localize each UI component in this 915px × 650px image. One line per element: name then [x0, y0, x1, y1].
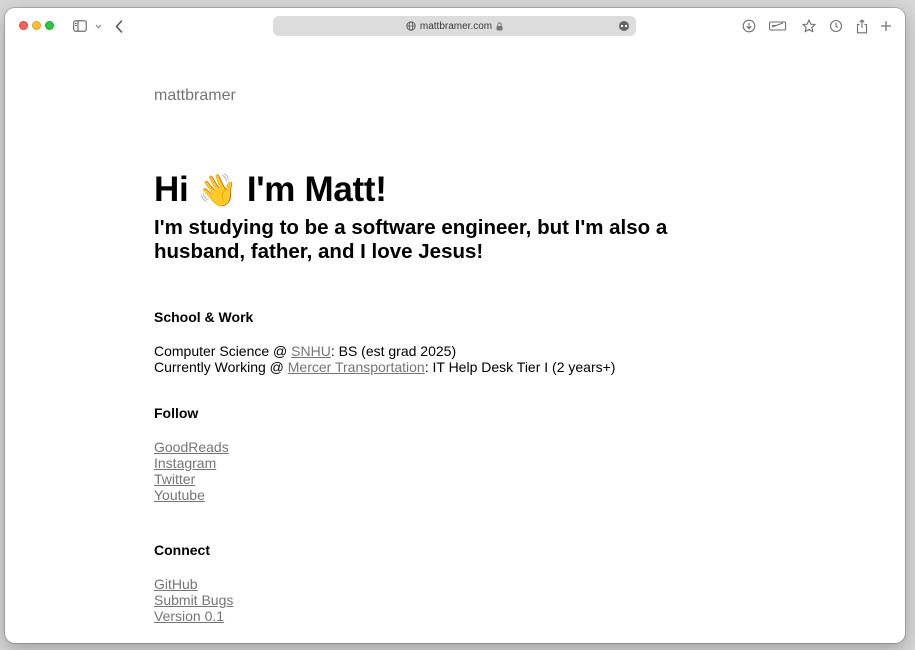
minimize-window-button[interactable] — [32, 21, 41, 30]
education-suffix: : BS (est grad 2025) — [330, 343, 457, 359]
page-menu-icon[interactable] — [619, 21, 629, 31]
education-line: Computer Science @ SNHU: BS (est grad 20… — [154, 343, 615, 359]
history-icon[interactable] — [828, 18, 844, 34]
globe-icon — [406, 21, 416, 31]
share-icon[interactable] — [854, 18, 870, 34]
reader-icon[interactable] — [768, 18, 788, 34]
work-prefix: Currently Working @ — [154, 359, 288, 375]
browser-toolbar: mattbramer.com — [5, 8, 905, 44]
hero-name: I'm Matt! — [246, 170, 387, 209]
mercer-transportation-link[interactable]: Mercer Transportation — [288, 359, 425, 375]
url-text: mattbramer.com — [419, 20, 493, 32]
close-window-button[interactable] — [19, 21, 28, 30]
new-tab-icon[interactable] — [879, 18, 893, 34]
follow-links: GoodReads Instagram Twitter Youtube — [154, 439, 229, 503]
goodreads-link[interactable]: GoodReads — [154, 439, 229, 455]
zoom-window-button[interactable] — [45, 21, 54, 30]
waving-hand-icon: 👋 — [197, 172, 238, 208]
school-work-list: Computer Science @ SNHU: BS (est grad 20… — [154, 343, 615, 375]
download-icon[interactable] — [741, 18, 757, 34]
education-prefix: Computer Science @ — [154, 343, 292, 359]
site-name[interactable]: mattbramer — [154, 87, 236, 105]
hero-heading: Hi 👋 I'm Matt! — [154, 170, 387, 210]
chevron-down-icon[interactable] — [93, 18, 103, 34]
submit-bugs-link[interactable]: Submit Bugs — [154, 592, 233, 608]
snhu-link[interactable]: SNHU — [291, 343, 331, 359]
instagram-link[interactable]: Instagram — [154, 455, 229, 471]
address-bar[interactable]: mattbramer.com — [273, 16, 636, 36]
star-icon[interactable] — [801, 18, 817, 34]
sidebar-icon[interactable] — [72, 18, 88, 34]
connect-links: GitHub Submit Bugs Version 0.1 — [154, 576, 233, 624]
follow-heading: Follow — [154, 405, 199, 421]
school-work-heading: School & Work — [154, 309, 254, 325]
back-icon[interactable] — [113, 18, 125, 34]
lock-icon — [496, 21, 503, 31]
browser-window: mattbramer.com mattbramer Hi 👋 I'm Matt!… — [5, 8, 905, 643]
connect-heading: Connect — [154, 542, 210, 558]
tagline: I'm studying to be a software engineer, … — [154, 216, 668, 263]
github-link[interactable]: GitHub — [154, 576, 233, 592]
work-line: Currently Working @ Mercer Transportatio… — [154, 359, 615, 375]
work-suffix: : IT Help Desk Tier I (2 years+) — [424, 359, 616, 375]
twitter-link[interactable]: Twitter — [154, 471, 229, 487]
hero-greeting: Hi — [154, 170, 189, 209]
youtube-link[interactable]: Youtube — [154, 487, 229, 503]
version-link[interactable]: Version 0.1 — [154, 608, 233, 624]
